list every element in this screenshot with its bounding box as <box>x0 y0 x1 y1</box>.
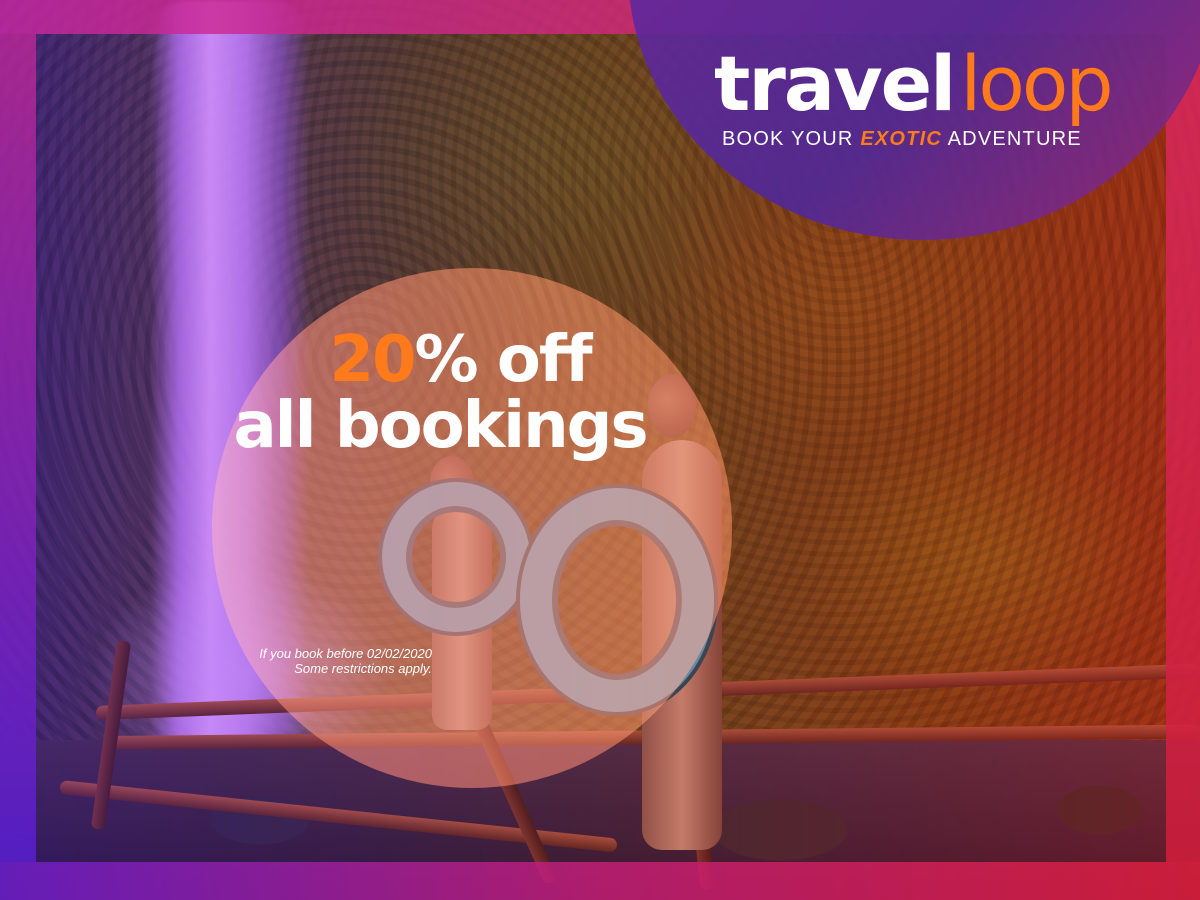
discount-number: 20 <box>329 323 416 397</box>
tagline: BOOK YOUR EXOTIC ADVENTURE <box>722 128 1082 151</box>
headline-line-2: all bookings <box>233 389 648 463</box>
discount-text: % off <box>414 323 593 397</box>
logo-word-loop: loop <box>960 39 1113 128</box>
tagline-end: ADVENTURE <box>941 128 1082 150</box>
tagline-highlight: EXOTIC <box>860 128 942 150</box>
headline-line-1: 20% off <box>240 328 680 392</box>
fine-print-date: If you book before 02/02/2020 <box>259 646 432 661</box>
offer-headline[interactable]: 20% off all bookings <box>200 328 680 458</box>
fine-print-restrictions: Some restrictions apply. <box>294 661 432 676</box>
tagline-start: BOOK YOUR <box>722 128 861 150</box>
logo-word-travel: travel <box>714 39 956 128</box>
fine-print: If you book before 02/02/2020 Some restr… <box>200 646 432 676</box>
travel-ad-banner: travelloop BOOK YOUR EXOTIC ADVENTURE 20… <box>0 0 1200 900</box>
